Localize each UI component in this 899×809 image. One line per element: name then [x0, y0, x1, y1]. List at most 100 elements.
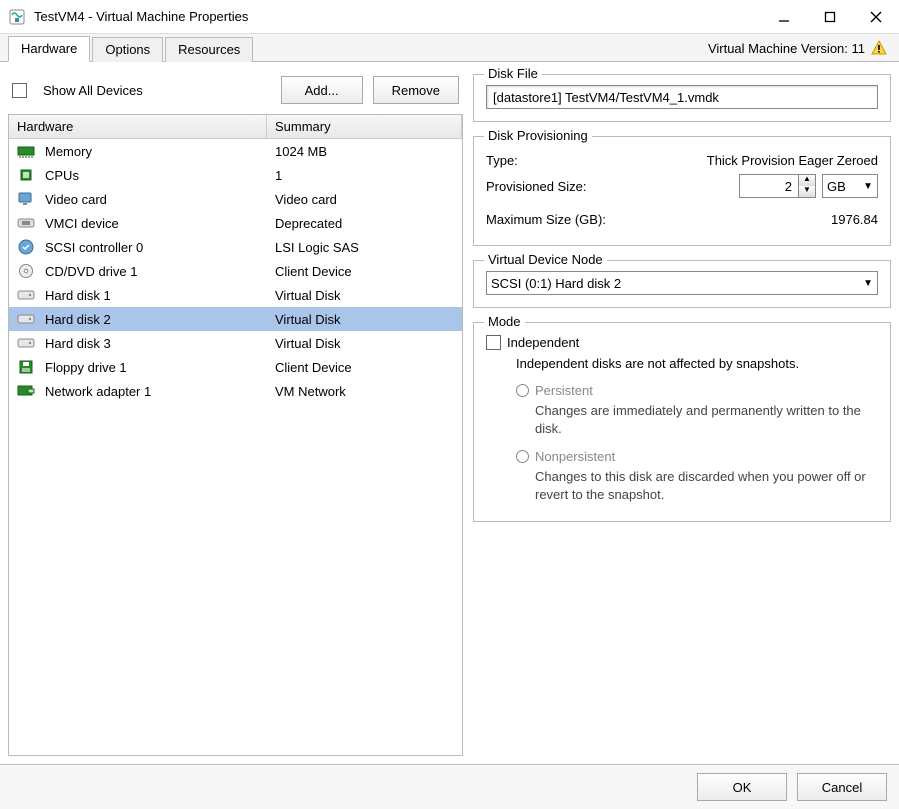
- disk-provisioning-title: Disk Provisioning: [484, 128, 592, 143]
- dp-max-size-label: Maximum Size (GB):: [486, 212, 636, 227]
- footer: OK Cancel: [0, 764, 899, 809]
- mode-independent-label: Independent: [507, 335, 579, 350]
- tab-row: Hardware Options Resources Virtual Machi…: [0, 34, 899, 62]
- titlebar: TestVM4 - Virtual Machine Properties: [0, 0, 899, 34]
- disk-file-title: Disk File: [484, 66, 542, 81]
- dp-max-size-value: 1976.84: [636, 212, 878, 227]
- hardware-summary: Client Device: [275, 360, 352, 375]
- vdn-title: Virtual Device Node: [484, 252, 607, 267]
- disk-icon: [17, 311, 35, 327]
- dp-prov-size-spinner[interactable]: ▲ ▼: [799, 174, 816, 198]
- disk-icon: [17, 287, 35, 303]
- hardware-name: VMCI device: [45, 216, 119, 231]
- floppy-icon: [17, 359, 35, 375]
- vm-version-label: Virtual Machine Version: 11: [708, 40, 887, 56]
- chevron-down-icon: ▼: [863, 181, 873, 192]
- show-all-devices-label: Show All Devices: [43, 83, 271, 98]
- cancel-button[interactable]: Cancel: [797, 773, 887, 801]
- hardware-row[interactable]: CPUs 1: [9, 163, 462, 187]
- window-buttons: [761, 0, 899, 34]
- hardware-list-header: Hardware Summary: [9, 115, 462, 139]
- virtual-device-node-group: Virtual Device Node SCSI (0:1) Hard disk…: [473, 260, 891, 308]
- chevron-down-icon: ▼: [863, 278, 873, 289]
- hardware-name: CD/DVD drive 1: [45, 264, 137, 279]
- hardware-name: Hard disk 3: [45, 336, 111, 351]
- tab-options[interactable]: Options: [92, 37, 163, 62]
- dp-prov-size-label: Provisioned Size:: [486, 179, 636, 194]
- spinner-down-icon[interactable]: ▼: [799, 186, 815, 197]
- hardware-name: Network adapter 1: [45, 384, 151, 399]
- hardware-row[interactable]: Video card Video card: [9, 187, 462, 211]
- hardware-name: Memory: [45, 144, 92, 159]
- window-title: TestVM4 - Virtual Machine Properties: [34, 9, 761, 24]
- col-hardware[interactable]: Hardware: [9, 115, 267, 138]
- hardware-row[interactable]: CD/DVD drive 1Client Device: [9, 259, 462, 283]
- col-summary[interactable]: Summary: [267, 115, 462, 138]
- vdn-select[interactable]: SCSI (0:1) Hard disk 2 ▼: [486, 271, 878, 295]
- ok-button[interactable]: OK: [697, 773, 787, 801]
- right-pane: Disk File [datastore1] TestVM4/TestVM4_1…: [473, 70, 891, 756]
- dialog-body: Show All Devices Add... Remove Hardware …: [0, 62, 899, 764]
- hardware-summary: Video card: [275, 192, 337, 207]
- hardware-row[interactable]: Hard disk 1 Virtual Disk: [9, 283, 462, 307]
- hardware-summary: Virtual Disk: [275, 288, 341, 303]
- video-icon: [17, 191, 35, 207]
- scsi-icon: [17, 239, 35, 255]
- hardware-summary: 1024 MB: [275, 144, 327, 159]
- mode-nonpersistent-desc: Changes to this disk are discarded when …: [535, 468, 878, 503]
- dp-prov-size-unit-value: GB: [827, 179, 846, 194]
- left-pane: Show All Devices Add... Remove Hardware …: [8, 70, 463, 756]
- hardware-name: Floppy drive 1: [45, 360, 127, 375]
- hardware-name: CPUs: [45, 168, 79, 183]
- tab-hardware[interactable]: Hardware: [8, 36, 90, 62]
- hardware-row[interactable]: Memory 1024 MB: [9, 139, 462, 163]
- mode-independent-checkbox[interactable]: [486, 335, 501, 350]
- hardware-name: Hard disk 1: [45, 288, 111, 303]
- hardware-list: Hardware Summary Memory 1024 MB CPUs 1 Video…: [8, 114, 463, 756]
- hardware-summary: VM Network: [275, 384, 346, 399]
- vm-version-text: Virtual Machine Version: 11: [708, 41, 865, 56]
- hardware-summary: Deprecated: [275, 216, 342, 231]
- maximize-button[interactable]: [807, 0, 853, 34]
- hardware-row[interactable]: Hard disk 3 Virtual Disk: [9, 331, 462, 355]
- dp-prov-size-input[interactable]: [739, 174, 799, 198]
- mode-independent-desc: Independent disks are not affected by sn…: [516, 356, 878, 371]
- hardware-row[interactable]: SCSI controller 0LSI Logic SAS: [9, 235, 462, 259]
- hardware-row[interactable]: Network adapter 1 VM Network: [9, 379, 462, 403]
- nic-icon: [17, 383, 35, 399]
- hardware-summary: Virtual Disk: [275, 312, 341, 327]
- hardware-summary: Virtual Disk: [275, 336, 341, 351]
- minimize-button[interactable]: [761, 0, 807, 34]
- hardware-summary: 1: [275, 168, 282, 183]
- hardware-name: SCSI controller 0: [45, 240, 143, 255]
- disk-icon: [17, 335, 35, 351]
- cpu-icon: [17, 167, 35, 183]
- close-button[interactable]: [853, 0, 899, 34]
- dp-type-label: Type:: [486, 153, 636, 168]
- dp-prov-size-unit[interactable]: GB ▼: [822, 174, 878, 198]
- memory-icon: [17, 143, 35, 159]
- mode-persistent-desc: Changes are immediately and permanently …: [535, 402, 878, 437]
- hardware-row[interactable]: Floppy drive 1 Client Device: [9, 355, 462, 379]
- warning-icon: [871, 40, 887, 56]
- hardware-row[interactable]: Hard disk 2 Virtual Disk: [9, 307, 462, 331]
- cd-icon: [17, 263, 35, 279]
- disk-provisioning-group: Disk Provisioning Type: Thick Provision …: [473, 136, 891, 246]
- mode-persistent-radio[interactable]: [516, 384, 529, 397]
- add-button[interactable]: Add...: [281, 76, 363, 104]
- disk-file-path[interactable]: [datastore1] TestVM4/TestVM4_1.vmdk: [486, 85, 878, 109]
- disk-file-group: Disk File [datastore1] TestVM4/TestVM4_1…: [473, 74, 891, 122]
- hardware-name: Video card: [45, 192, 107, 207]
- show-all-devices-checkbox[interactable]: [12, 83, 27, 98]
- mode-title: Mode: [484, 314, 525, 329]
- vm-properties-window: TestVM4 - Virtual Machine Properties Har…: [0, 0, 899, 809]
- remove-button[interactable]: Remove: [373, 76, 459, 104]
- dp-type-value: Thick Provision Eager Zeroed: [636, 153, 878, 168]
- hardware-name: Hard disk 2: [45, 312, 111, 327]
- hardware-list-rows: Memory 1024 MB CPUs 1 Video card Video card VM…: [9, 139, 462, 403]
- hardware-row[interactable]: VMCI device Deprecated: [9, 211, 462, 235]
- vdn-value: SCSI (0:1) Hard disk 2: [491, 276, 621, 291]
- mode-persistent-label: Persistent: [535, 383, 593, 398]
- tab-resources[interactable]: Resources: [165, 37, 253, 62]
- mode-nonpersistent-radio[interactable]: [516, 450, 529, 463]
